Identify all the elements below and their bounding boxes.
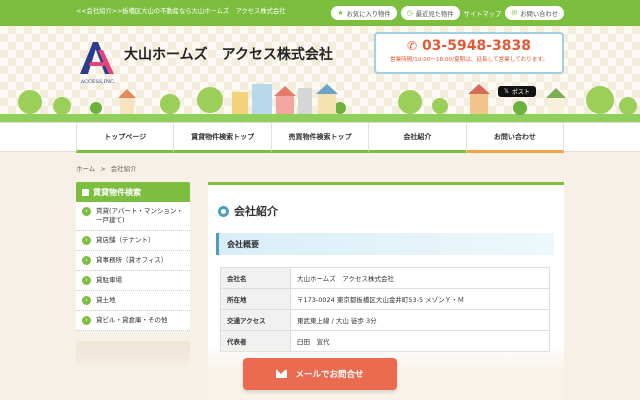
sidebar-item-land[interactable]: 貸土地 <box>76 291 190 311</box>
nav-contact[interactable]: お問い合わせ <box>465 123 565 153</box>
table-row: 交通アクセス 東武東上線 / 大山 徒歩 3分 <box>220 309 550 331</box>
recent-label: 最近見た物件 <box>415 10 454 18</box>
sidebar-title: 賃貸物件検索 <box>93 187 141 197</box>
top-breadcrumb[interactable]: <<会社紹介>>板橋区大山の不動産なら大山ホームズ アクセス株式会社 <box>76 6 286 15</box>
row-key: 交通アクセス <box>220 309 291 331</box>
sitemap-link[interactable]: サイトマップ <box>464 9 502 18</box>
section-heading: 会社概要 <box>216 233 554 255</box>
phone-icon: ✆ <box>407 39 418 53</box>
favorites-button[interactable]: ★ お気に入り物件 <box>331 6 397 20</box>
sidebar-item-rental-housing[interactable]: 賃貸(アパート・マンション・一戸建て) <box>76 202 190 231</box>
page-title-text: 会社紹介 <box>234 205 278 218</box>
nav-top-page[interactable]: トップページ <box>76 123 174 153</box>
contact-label: お問い合わせ <box>520 10 558 18</box>
sidebar-item-building-other[interactable]: 貸ビル・貸倉庫・その他 <box>76 311 190 331</box>
phone-box: ✆ 03-5948-3838 営業時間/10:00～18:00/夏期は、延長して… <box>374 32 564 74</box>
company-name: 大山ホームズ アクセス株式会社 <box>124 47 333 63</box>
row-value: 〒173-0024 東京都板橋区大山金井町53-5 メゾンＹ・Ｍ <box>290 288 550 310</box>
global-nav: トップページ 賃貸物件検索トップ 売買物件検索トップ 会社紹介 お問い合わせ <box>0 122 640 153</box>
nav-sale-search[interactable]: 売買物件検索トップ <box>270 123 369 153</box>
nav-inner: トップページ 賃貸物件検索トップ 売買物件検索トップ 会社紹介 お問い合わせ <box>76 123 565 153</box>
top-bar: <<会社紹介>>板橋区大山の不動産なら大山ホームズ アクセス株式会社 ★ お気に… <box>0 0 640 26</box>
sidebar-list: 賃貸(アパート・マンション・一戸建て) 貸店舗（テナント） 貸事務所（貸オフィス… <box>76 202 190 331</box>
ring-icon <box>218 205 229 217</box>
star-icon: ★ <box>337 8 344 17</box>
mail-contact-button[interactable]: メールでお問合せ <box>243 358 397 390</box>
table-row: 所在地 〒173-0024 東京都板橋区大山金井町53-5 メゾンＹ・Ｍ <box>220 288 550 310</box>
company-info-table: 会社名 大山ホームズ アクセス株式会社 所在地 〒173-0024 東京都板橋区… <box>220 267 550 352</box>
row-key: 会社名 <box>220 267 291 289</box>
sidebar: 賃貸物件検索 賃貸(アパート・マンション・一戸建て) 貸店舗（テナント） 貸事務… <box>76 182 190 365</box>
row-key: 所在地 <box>220 288 291 310</box>
clock-icon: ◷ <box>406 8 413 17</box>
row-value: 大山ホームズ アクセス株式会社 <box>290 267 550 289</box>
breadcrumb-home[interactable]: ホーム <box>76 165 95 173</box>
row-value: 東武東上線 / 大山 徒歩 3分 <box>290 309 550 331</box>
business-hours: 営業時間/10:00～18:00/夏期は、延長して営業しております。 <box>389 57 548 63</box>
breadcrumb: ホーム > 会社紹介 <box>76 163 137 173</box>
sidebar-item-shop[interactable]: 貸店舗（テナント） <box>76 231 190 251</box>
table-row: 会社名 大山ホームズ アクセス株式会社 <box>220 267 550 289</box>
town-illustration <box>0 84 640 122</box>
sidebar-heading: 賃貸物件検索 <box>76 182 190 202</box>
sidebar-item-office[interactable]: 貸事務所（貸オフィス） <box>76 251 190 271</box>
nav-company[interactable]: 会社紹介 <box>368 123 466 153</box>
breadcrumb-current: 会社紹介 <box>110 165 137 173</box>
nav-rental-search[interactable]: 賃貸物件検索トップ <box>173 123 271 153</box>
mail-contact-label: メールでお問合せ <box>295 370 364 380</box>
recent-button[interactable]: ◷ 最近見た物件 <box>400 6 460 20</box>
page-title: 会社紹介 <box>218 203 278 219</box>
breadcrumb-separator: > <box>100 165 106 173</box>
sidebar-item-parking[interactable]: 貸駐車場 <box>76 271 190 291</box>
envelope-icon <box>276 370 288 378</box>
top-links: ★ お気に入り物件 ◷ 最近見た物件 サイトマップ ✉ お問い合わせ <box>331 5 564 21</box>
contact-button[interactable]: ✉ お問い合わせ <box>505 6 564 20</box>
mail-icon: ✉ <box>511 8 518 17</box>
company-logo[interactable] <box>76 38 118 76</box>
favorites-label: お気に入り物件 <box>346 10 391 18</box>
square-icon <box>82 188 89 196</box>
site-header: ACCESS,INC. 大山ホームズ アクセス株式会社 ✆ 03-5948-38… <box>0 26 640 122</box>
phone-number[interactable]: ✆ 03-5948-3838 <box>376 38 562 54</box>
phone-text: 03-5948-3838 <box>421 38 531 54</box>
